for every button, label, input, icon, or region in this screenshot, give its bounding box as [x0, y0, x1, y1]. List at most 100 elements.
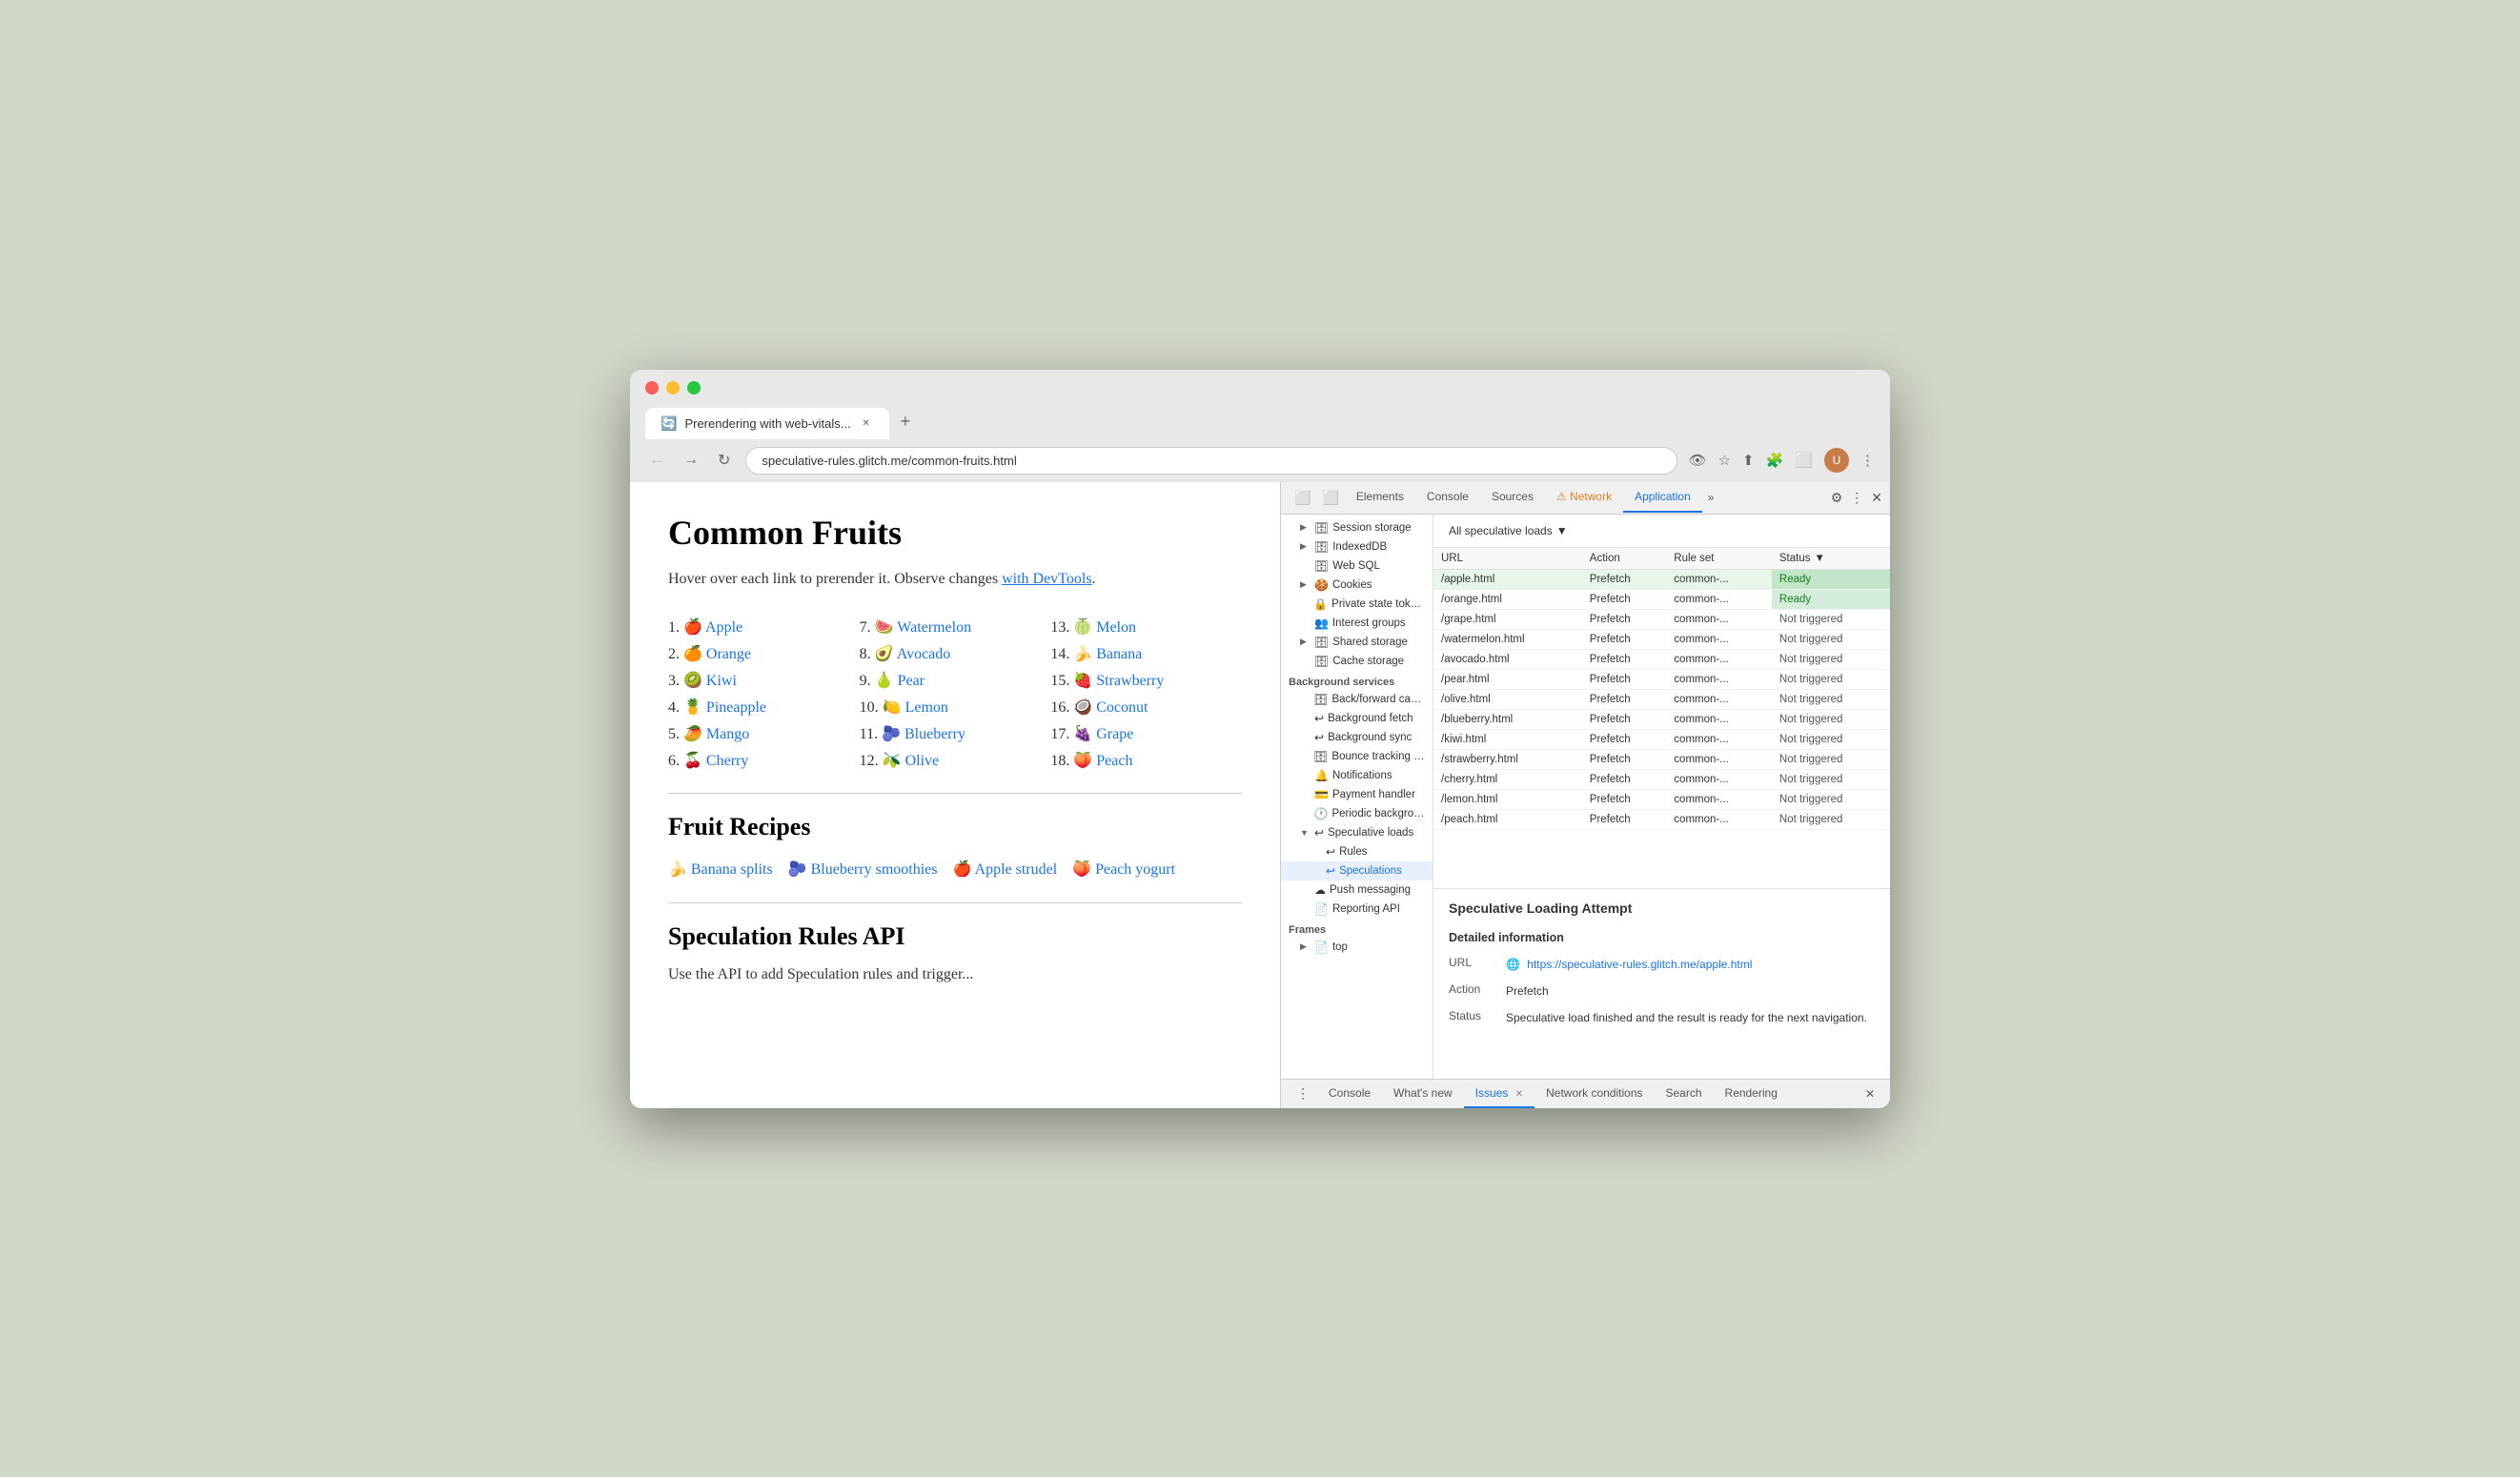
devtools-more-tabs[interactable]: »	[1702, 483, 1720, 512]
table-row[interactable]: /watermelon.htmlPrefetchcommon-...Not tr…	[1433, 630, 1890, 650]
table-row[interactable]: /peach.htmlPrefetchcommon-...Not trigger…	[1433, 810, 1890, 830]
filter-dropdown[interactable]: All speculative loads ▼	[1441, 520, 1575, 541]
fruit-link-avocado[interactable]: Avocado	[897, 646, 951, 662]
tab-network[interactable]: ⚠ Network	[1545, 482, 1623, 513]
bottom-tab-whatsnew[interactable]: What's new	[1382, 1080, 1464, 1108]
sidebar-notifications[interactable]: 🔔 Notifications	[1281, 766, 1433, 785]
fruit-link-apple[interactable]: Apple	[705, 619, 742, 636]
sidebar-speculations[interactable]: ↩ Speculations	[1281, 861, 1433, 880]
extension-icon[interactable]: 🧩	[1766, 452, 1784, 469]
peach-yogurt-link[interactable]: 🍑 Peach yogurt	[1072, 861, 1175, 878]
bottom-tab-search[interactable]: Search	[1655, 1080, 1714, 1108]
speculative-loads-table[interactable]: URL Action Rule set Status ▼	[1433, 548, 1890, 888]
bottom-tab-network-conditions[interactable]: Network conditions	[1534, 1080, 1654, 1108]
sidebar-cookies[interactable]: ▶ 🍪 Cookies	[1281, 576, 1433, 595]
fruit-link-coconut[interactable]: Coconut	[1096, 699, 1148, 716]
table-row[interactable]: /grape.htmlPrefetchcommon-...Not trigger…	[1433, 610, 1890, 630]
back-button[interactable]: ←	[645, 448, 668, 473]
sidebar-interest-groups[interactable]: 👥 Interest groups	[1281, 614, 1433, 633]
share-icon[interactable]: ⬆	[1742, 452, 1755, 469]
sidebar-payment-handler[interactable]: 💳 Payment handler	[1281, 785, 1433, 804]
browser-tab[interactable]: 🔄 Prerendering with web-vitals... ✕	[645, 408, 889, 439]
table-row[interactable]: /cherry.htmlPrefetchcommon-...Not trigge…	[1433, 770, 1890, 790]
table-row[interactable]: /orange.htmlPrefetchcommon-...Ready	[1433, 590, 1890, 610]
address-input[interactable]	[745, 447, 1677, 475]
sidebar-rules[interactable]: ↩ Rules	[1281, 842, 1433, 861]
sidebar-frames-top[interactable]: ▶ 📄 top	[1281, 938, 1433, 957]
sidebar-label: Web SQL	[1332, 560, 1380, 572]
bottom-menu-icon[interactable]: ⋮	[1289, 1082, 1317, 1105]
fruit-link-pineapple[interactable]: Pineapple	[706, 699, 766, 716]
sidebar-speculative-loads[interactable]: ▼ ↩ Speculative loads	[1281, 823, 1433, 842]
detail-url-link[interactable]: https://speculative-rules.glitch.me/appl…	[1527, 958, 1752, 971]
sidebar-back-forward[interactable]: 🗄 Back/forward cach...	[1281, 690, 1433, 709]
sidebar-push-messaging[interactable]: ☁ Push messaging	[1281, 880, 1433, 900]
table-row[interactable]: /blueberry.htmlPrefetchcommon-...Not tri…	[1433, 710, 1890, 730]
fruit-link-orange[interactable]: Orange	[706, 646, 751, 662]
devtools-options-icon[interactable]: ⋮	[1850, 490, 1863, 506]
table-row[interactable]: /strawberry.htmlPrefetchcommon-...Not tr…	[1433, 750, 1890, 770]
maximize-button[interactable]	[687, 381, 701, 395]
fruit-link-kiwi[interactable]: Kiwi	[706, 673, 737, 689]
devtools-responsive-icon[interactable]: ⬜	[1316, 482, 1344, 514]
tab-close-button[interactable]: ✕	[859, 415, 874, 431]
fruit-link-mango[interactable]: Mango	[706, 726, 749, 742]
close-button[interactable]	[645, 381, 659, 395]
reload-button[interactable]: ↻	[714, 447, 734, 474]
tab-console[interactable]: Console	[1415, 482, 1480, 513]
user-avatar[interactable]: U	[1824, 448, 1849, 473]
sidebar-bg-sync[interactable]: ↩ Background sync	[1281, 728, 1433, 747]
tab-elements[interactable]: Elements	[1345, 482, 1415, 513]
table-row[interactable]: /apple.htmlPrefetchcommon-...Ready	[1433, 570, 1890, 590]
menu-icon[interactable]: ⋮	[1860, 452, 1875, 469]
tab-sources[interactable]: Sources	[1480, 482, 1545, 513]
minimize-button[interactable]	[666, 381, 680, 395]
fruit-link-pear[interactable]: Pear	[898, 673, 925, 689]
fruit-link-strawberry[interactable]: Strawberry	[1096, 673, 1164, 689]
sidebar-cache-storage[interactable]: 🗄 Cache storage	[1281, 652, 1433, 671]
bottom-tab-rendering[interactable]: Rendering	[1714, 1080, 1789, 1108]
table-row[interactable]: /kiwi.htmlPrefetchcommon-...Not triggere…	[1433, 730, 1890, 750]
sidebar-bounce-tracking[interactable]: 🗄 Bounce tracking m...	[1281, 747, 1433, 766]
bottom-panel-close[interactable]: ✕	[1858, 1083, 1882, 1104]
bottom-tab-console[interactable]: Console	[1317, 1080, 1382, 1108]
sidebar-websql[interactable]: 🗄 Web SQL	[1281, 556, 1433, 576]
devtools-inspect-icon[interactable]: ⬜	[1289, 482, 1316, 514]
fruit-link-blueberry[interactable]: Blueberry	[904, 726, 965, 742]
fruit-link-melon[interactable]: Melon	[1096, 619, 1136, 636]
issues-tab-close[interactable]: ✕	[1515, 1089, 1523, 1100]
forward-button[interactable]: →	[680, 448, 702, 473]
status-filter-icon[interactable]: ▼	[1815, 553, 1825, 564]
banana-splits-link[interactable]: 🍌 Banana splits	[668, 861, 773, 878]
tab-application[interactable]: Application	[1623, 482, 1702, 513]
table-row[interactable]: /lemon.htmlPrefetchcommon-...Not trigger…	[1433, 790, 1890, 810]
star-icon[interactable]: ☆	[1718, 452, 1731, 469]
fruit-link-banana[interactable]: Banana	[1096, 646, 1142, 662]
sidebar-bg-fetch[interactable]: ↩ Background fetch	[1281, 709, 1433, 728]
sidebar-label: Push messaging	[1330, 884, 1411, 896]
sidebar-periodic-bg[interactable]: 🕐 Periodic backgrou...	[1281, 804, 1433, 823]
new-tab-button[interactable]: +	[889, 404, 923, 439]
fruit-link-cherry[interactable]: Cherry	[706, 753, 748, 769]
profile-icon[interactable]: ⬜	[1795, 452, 1813, 469]
sidebar-reporting-api[interactable]: 📄 Reporting API	[1281, 900, 1433, 919]
bottom-tab-issues[interactable]: Issues ✕	[1464, 1080, 1534, 1108]
fruit-link-grape[interactable]: Grape	[1096, 726, 1133, 742]
sidebar-session-storage[interactable]: ▶ 🗄 Session storage	[1281, 518, 1433, 537]
fruit-link-watermelon[interactable]: Watermelon	[897, 619, 971, 636]
sidebar-indexeddb[interactable]: ▶ 🗄 IndexedDB	[1281, 537, 1433, 556]
fruit-link-peach[interactable]: Peach	[1096, 753, 1132, 769]
sidebar-shared-storage[interactable]: ▶ 🗄 Shared storage	[1281, 633, 1433, 652]
eye-off-icon[interactable]: 👁	[1689, 452, 1707, 469]
blueberry-smoothies-link[interactable]: 🫐 Blueberry smoothies	[788, 861, 938, 878]
table-row[interactable]: /olive.htmlPrefetchcommon-...Not trigger…	[1433, 690, 1890, 710]
sidebar-private-state-tokens[interactable]: 🔒 Private state token...	[1281, 595, 1433, 614]
apple-strudel-link[interactable]: 🍎 Apple strudel	[952, 861, 1057, 878]
fruit-link-lemon[interactable]: Lemon	[905, 699, 948, 716]
table-row[interactable]: /pear.htmlPrefetchcommon-...Not triggere…	[1433, 670, 1890, 690]
devtools-link[interactable]: with DevTools	[1002, 571, 1091, 587]
devtools-settings-icon[interactable]: ⚙	[1831, 490, 1843, 506]
devtools-close-button[interactable]: ✕	[1871, 490, 1882, 506]
table-row[interactable]: /avocado.htmlPrefetchcommon-...Not trigg…	[1433, 650, 1890, 670]
fruit-link-olive[interactable]: Olive	[905, 753, 940, 769]
